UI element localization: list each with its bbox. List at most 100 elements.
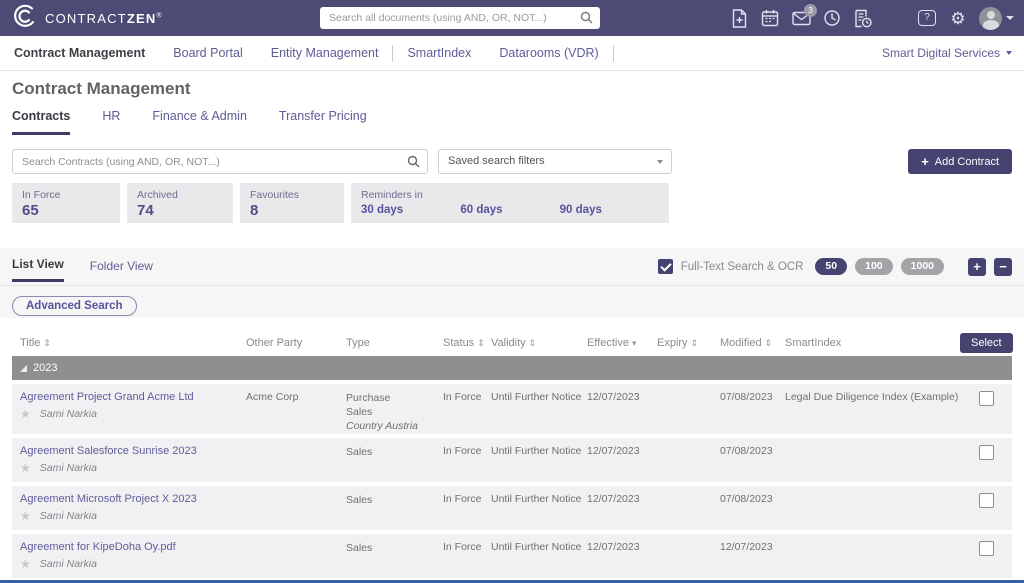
other-party-cell: Acme Corp [246, 384, 346, 434]
column-header-title[interactable]: Title⇕ [12, 337, 246, 349]
smartindex-cell[interactable]: Legal Due Diligence Index (Example) [785, 384, 960, 434]
contracts-search-input[interactable] [12, 149, 428, 174]
nav-item-entity-management[interactable]: Entity Management [257, 46, 393, 60]
nav-item-board-portal[interactable]: Board Portal [159, 46, 256, 60]
list-controls-row: List View Folder View Full-Text Search &… [0, 248, 1024, 285]
search-icon[interactable] [580, 11, 593, 29]
tab-hr[interactable]: HR [102, 109, 120, 135]
expiry-cell [657, 486, 720, 530]
contract-title-link[interactable]: Agreement Project Grand Acme Ltd [20, 391, 194, 403]
category-tabs: Contracts HR Finance & Admin Transfer Pr… [12, 109, 1012, 135]
contract-owner: Sami Narkia [40, 408, 97, 420]
row-select-checkbox[interactable] [979, 445, 994, 460]
expand-all-button[interactable]: + [968, 258, 986, 276]
page-title: Contract Management [12, 79, 1012, 103]
type-cell: Sales [346, 486, 443, 530]
table-row[interactable]: Agreement Salesforce Sunrise 2023 ★ Sami… [12, 438, 1012, 482]
help-icon[interactable]: ? [917, 7, 937, 29]
row-select-checkbox[interactable] [979, 493, 994, 508]
validity-cell: Until Further Notice [491, 384, 587, 434]
sort-icon: ⇕ [765, 338, 773, 348]
reminders-60-days-link[interactable]: 60 days [460, 204, 559, 216]
smartindex-cell [785, 438, 960, 482]
audit-trail-icon[interactable] [853, 7, 873, 29]
organization-selector[interactable]: Smart Digital Services [882, 46, 1012, 60]
advanced-search-button[interactable]: Advanced Search [12, 296, 137, 316]
column-header-expiry[interactable]: Expiry⇕ [657, 337, 720, 349]
user-account-menu[interactable] [979, 7, 1014, 30]
global-search [320, 7, 600, 29]
contracts-toolbar: Saved search filters + Add Contract [12, 149, 1012, 174]
add-contract-button[interactable]: + Add Contract [908, 149, 1012, 174]
contract-title-link[interactable]: Agreement for KipeDoha Oy.pdf [20, 541, 176, 553]
tab-transfer-pricing[interactable]: Transfer Pricing [279, 109, 367, 135]
reminders-30-days-link[interactable]: 30 days [361, 204, 460, 216]
saved-search-filters-select[interactable]: Saved search filters [438, 149, 672, 174]
tab-finance-admin[interactable]: Finance & Admin [152, 109, 247, 135]
contract-owner: Sami Narkia [40, 558, 97, 570]
column-header-effective[interactable]: Effective▾ [587, 337, 657, 349]
page-size-100-button[interactable]: 100 [855, 258, 893, 275]
fulltext-ocr-checkbox[interactable] [658, 259, 673, 274]
expiry-cell [657, 438, 720, 482]
row-select-checkbox[interactable] [979, 541, 994, 556]
contract-title-link[interactable]: Agreement Microsoft Project X 2023 [20, 493, 197, 505]
stat-card-archived[interactable]: Archived 74 [127, 183, 233, 223]
user-avatar [979, 7, 1002, 30]
row-select-checkbox[interactable] [979, 391, 994, 406]
column-header-status[interactable]: Status⇕ [443, 337, 491, 349]
settings-gear-icon[interactable]: ⚙ [948, 7, 968, 29]
search-icon[interactable] [407, 155, 420, 173]
stat-card-in-force[interactable]: In Force 65 [12, 183, 120, 223]
modified-cell: 12/07/2023 [720, 534, 785, 578]
stat-value: 8 [250, 202, 334, 219]
column-header-type[interactable]: Type [346, 337, 443, 349]
column-header-other-party[interactable]: Other Party [246, 337, 346, 349]
page-size-50-button[interactable]: 50 [815, 258, 847, 275]
column-header-smartindex[interactable]: SmartIndex [785, 337, 960, 349]
stat-card-reminders: Reminders in 30 days 60 days 90 days [351, 183, 669, 223]
global-search-input[interactable] [320, 7, 600, 29]
sort-icon: ⇕ [691, 338, 699, 348]
table-row[interactable]: Agreement for KipeDoha Oy.pdf ★ Sami Nar… [12, 534, 1012, 578]
nav-item-smartindex[interactable]: SmartIndex [393, 46, 485, 60]
favourite-star-icon[interactable]: ★ [20, 558, 31, 570]
nav-item-datarooms[interactable]: Datarooms (VDR) [485, 46, 612, 60]
column-header-modified[interactable]: Modified⇕ [720, 337, 785, 349]
favourite-star-icon[interactable]: ★ [20, 408, 31, 420]
page-size-1000-button[interactable]: 1000 [901, 258, 944, 275]
effective-cell: 12/07/2023 [587, 534, 657, 578]
favourite-star-icon[interactable]: ★ [20, 462, 31, 474]
main-navigation: Contract Management Board Portal Entity … [0, 36, 1024, 71]
other-party-cell [246, 438, 346, 482]
app-window: CONTRACTZEN® 3 [0, 0, 1024, 583]
tab-folder-view[interactable]: Folder View [90, 259, 153, 281]
group-row-2023[interactable]: 2023 [12, 356, 1012, 380]
collapse-triangle-icon [20, 365, 27, 372]
reminders-90-days-link[interactable]: 90 days [560, 204, 659, 216]
header-icon-group: 3 ? ⚙ [729, 0, 1014, 36]
contractzen-logo[interactable]: CONTRACTZEN® [0, 3, 163, 34]
select-mode-button[interactable]: Select [960, 333, 1013, 353]
effective-cell: 12/07/2023 [587, 384, 657, 434]
new-document-icon[interactable] [729, 7, 749, 29]
table-header-row: Title⇕ Other Party Type Status⇕ Validity… [12, 330, 1012, 356]
stat-card-favourites[interactable]: Favourites 8 [240, 183, 344, 223]
favourite-star-icon[interactable]: ★ [20, 510, 31, 522]
contract-title-link[interactable]: Agreement Salesforce Sunrise 2023 [20, 445, 197, 457]
caret-down-icon [1006, 16, 1014, 20]
logo-spiral-icon [12, 3, 38, 34]
smartindex-cell [785, 534, 960, 578]
history-icon[interactable] [822, 7, 842, 29]
column-header-validity[interactable]: Validity⇕ [491, 337, 587, 349]
validity-cell: Until Further Notice [491, 438, 587, 482]
tab-contracts[interactable]: Contracts [12, 109, 70, 135]
tab-list-view[interactable]: List View [12, 257, 64, 282]
other-party-cell [246, 534, 346, 578]
nav-item-contract-management[interactable]: Contract Management [12, 46, 159, 60]
table-row[interactable]: Agreement Project Grand Acme Ltd ★ Sami … [12, 384, 1012, 434]
calendar-icon[interactable] [760, 7, 780, 29]
collapse-all-button[interactable]: − [994, 258, 1012, 276]
table-row[interactable]: Agreement Microsoft Project X 2023 ★ Sam… [12, 486, 1012, 530]
mail-icon[interactable]: 3 [791, 7, 811, 29]
